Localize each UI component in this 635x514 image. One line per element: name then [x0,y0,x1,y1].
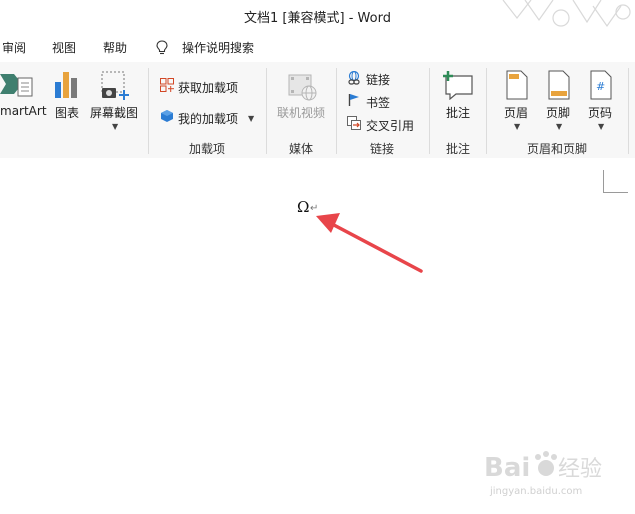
screenshot-icon [101,71,129,100]
my-addins-icon [161,110,173,122]
chart-icon [55,72,77,98]
group-label-addins: 加载项 [189,142,226,156]
footer-dropdown-icon[interactable]: ▼ [556,122,562,131]
bookmark-button[interactable]: 书签 [366,94,390,111]
page-number-button[interactable]: 页码 [588,104,612,121]
ribbon-separator [486,68,487,154]
menu-view[interactable]: 视图 [52,39,76,56]
paw-icon [535,451,557,476]
title-decoration [502,0,631,28]
title-bar: 文档1 [兼容模式] - Word [0,0,635,30]
page-number-icon: # [590,70,612,100]
group-label-media: 媒体 [289,142,314,156]
online-video-icon [288,74,317,101]
link-icon [348,71,360,85]
ribbon-separator [628,68,629,154]
paragraph-mark: ↵ [310,203,319,214]
header-dropdown-icon[interactable]: ▼ [514,122,520,131]
menu-bar: 审阅 视图 帮助 操作说明搜索 [0,30,635,62]
watermark-url: jingyan.baidu.com [489,486,582,497]
watermark-brand2: 经验 [558,457,602,482]
ribbon-separator [429,68,430,154]
header-button[interactable]: 页眉 [504,104,528,121]
page-number-dropdown-icon[interactable]: ▼ [598,122,604,131]
ribbon: martArt 图表 屏幕截图 ▼ 获取加载项 我的加载项 ▼ 加载项 联机视频… [0,62,635,159]
get-addins-icon [160,78,174,92]
lightbulb-icon [156,40,168,55]
menu-review[interactable]: 审阅 [2,39,26,56]
screenshot-button[interactable]: 屏幕截图 [90,104,138,121]
menu-help[interactable]: 帮助 [103,39,127,56]
footer-icon [548,70,570,100]
header-icon [506,70,528,100]
ribbon-separator [336,68,337,154]
online-video-button[interactable]: 联机视频 [277,104,325,121]
tell-me-search[interactable]: 操作说明搜索 [182,39,254,56]
page-corner-mark [603,170,628,193]
get-addins-button[interactable]: 获取加载项 [178,79,238,96]
my-addins-button[interactable]: 我的加载项 [178,110,238,127]
footer-button[interactable]: 页脚 [546,104,570,121]
my-addins-dropdown-icon[interactable]: ▼ [248,114,254,123]
watermark-brand: Bai [484,453,530,483]
svg-text:#: # [596,80,605,93]
screenshot-dropdown-icon[interactable]: ▼ [112,122,118,131]
bookmark-icon [348,94,359,106]
comment-button[interactable]: 批注 [446,104,470,121]
smartart-button[interactable]: martArt [0,104,47,118]
ribbon-separator [266,68,267,154]
inserted-symbol[interactable]: Ω [297,198,309,216]
comment-icon [443,71,473,100]
cross-reference-button[interactable]: 交叉引用 [366,117,414,134]
cross-reference-icon [347,116,361,130]
link-button[interactable]: 链接 [366,71,390,88]
watermark: Bai 经验 jingyan.baidu.com [482,446,612,498]
group-label-header-footer: 页眉和页脚 [527,142,588,156]
group-label-comments: 批注 [446,142,471,156]
chart-button[interactable]: 图表 [55,104,79,121]
ribbon-separator [148,68,149,154]
smartart-icon [0,74,33,97]
group-label-links: 链接 [370,142,395,156]
